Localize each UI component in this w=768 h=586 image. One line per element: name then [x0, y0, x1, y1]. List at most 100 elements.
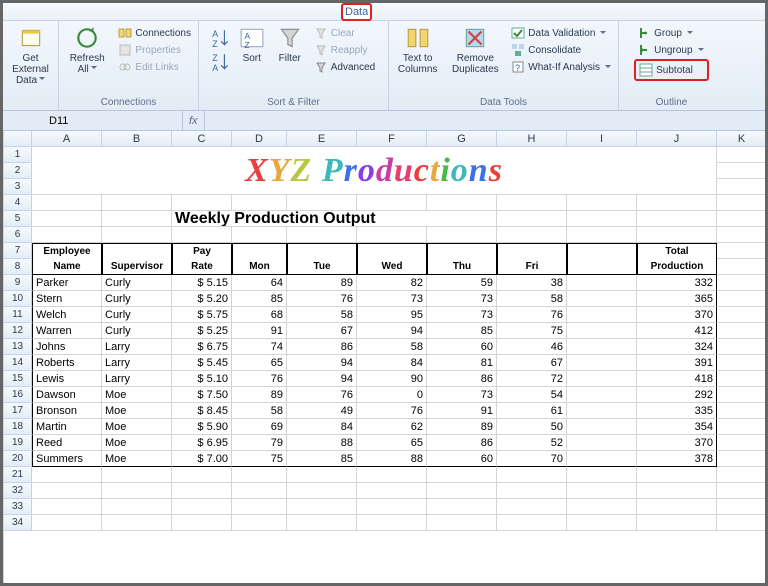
column-header[interactable]: K — [717, 131, 765, 147]
row-header[interactable]: 1 — [4, 147, 32, 163]
cell[interactable] — [717, 147, 765, 163]
consolidate-button[interactable]: Consolidate — [508, 42, 614, 58]
cell[interactable] — [102, 483, 172, 499]
column-header[interactable]: B — [102, 131, 172, 147]
cell[interactable] — [427, 499, 497, 515]
row-header[interactable]: 10 — [4, 291, 32, 307]
name-box[interactable]: D11 — [43, 111, 183, 130]
cell[interactable] — [172, 467, 232, 483]
cell[interactable] — [287, 227, 357, 243]
cell[interactable] — [232, 227, 287, 243]
cell[interactable] — [102, 499, 172, 515]
cell[interactable] — [357, 227, 427, 243]
column-header[interactable]: A — [32, 131, 102, 147]
cell[interactable] — [32, 483, 102, 499]
advanced-button[interactable]: Advanced — [311, 59, 378, 75]
spreadsheet-grid[interactable]: ABCDEFGHIJK1XYZ Productions2345Weekly Pr… — [4, 131, 765, 583]
cell[interactable] — [427, 483, 497, 499]
cell[interactable] — [637, 483, 717, 499]
cell[interactable] — [717, 163, 765, 179]
column-header[interactable]: F — [357, 131, 427, 147]
row-header[interactable]: 13 — [4, 339, 32, 355]
cell[interactable] — [717, 451, 765, 467]
column-header[interactable]: G — [427, 131, 497, 147]
sort-asc-icon[interactable]: AZ — [209, 27, 231, 49]
cell[interactable] — [32, 227, 102, 243]
cell[interactable] — [287, 467, 357, 483]
cell[interactable] — [717, 259, 765, 275]
row-header[interactable]: 16 — [4, 387, 32, 403]
row-header[interactable]: 11 — [4, 307, 32, 323]
cell[interactable] — [232, 467, 287, 483]
cell[interactable] — [232, 515, 287, 531]
group-button[interactable]: Group — [634, 25, 709, 41]
cell[interactable] — [287, 195, 357, 211]
cell[interactable] — [717, 243, 765, 259]
cell[interactable] — [32, 211, 102, 227]
cell[interactable] — [32, 515, 102, 531]
cell[interactable] — [357, 467, 427, 483]
cell[interactable] — [717, 227, 765, 243]
data-validation-button[interactable]: Data Validation — [508, 25, 614, 41]
cell[interactable] — [427, 195, 497, 211]
cell[interactable] — [357, 483, 427, 499]
cell[interactable] — [172, 195, 232, 211]
column-header[interactable]: H — [497, 131, 567, 147]
cell[interactable] — [427, 467, 497, 483]
cell[interactable] — [567, 483, 637, 499]
text-to-columns-button[interactable]: Text to Columns — [393, 23, 442, 77]
cell[interactable] — [497, 211, 567, 227]
cell[interactable] — [102, 195, 172, 211]
cell[interactable] — [497, 499, 567, 515]
row-header[interactable]: 32 — [4, 483, 32, 499]
cell[interactable] — [637, 499, 717, 515]
row-header[interactable]: 15 — [4, 371, 32, 387]
row-header[interactable]: 8 — [4, 259, 32, 275]
row-header[interactable]: 5 — [4, 211, 32, 227]
row-header[interactable]: 12 — [4, 323, 32, 339]
row-header[interactable]: 14 — [4, 355, 32, 371]
connections-button[interactable]: Connections — [115, 25, 194, 41]
cell[interactable] — [32, 499, 102, 515]
cell[interactable] — [637, 227, 717, 243]
cell[interactable] — [102, 467, 172, 483]
cell[interactable] — [32, 195, 102, 211]
cell[interactable] — [497, 195, 567, 211]
row-header[interactable]: 17 — [4, 403, 32, 419]
whatif-button[interactable]: ? What-If Analysis — [508, 59, 614, 75]
cell[interactable] — [427, 515, 497, 531]
cell[interactable] — [567, 515, 637, 531]
cell[interactable] — [567, 499, 637, 515]
row-header[interactable]: 4 — [4, 195, 32, 211]
cell[interactable] — [717, 419, 765, 435]
cell[interactable] — [172, 483, 232, 499]
fx-icon[interactable]: fx — [183, 111, 205, 130]
cell[interactable] — [232, 483, 287, 499]
cell[interactable] — [102, 211, 172, 227]
row-header[interactable]: 6 — [4, 227, 32, 243]
cell[interactable] — [717, 483, 765, 499]
cell[interactable] — [287, 515, 357, 531]
cell[interactable] — [172, 227, 232, 243]
cell[interactable] — [497, 515, 567, 531]
cell[interactable] — [357, 195, 427, 211]
cell[interactable] — [287, 499, 357, 515]
cell[interactable] — [102, 515, 172, 531]
cell[interactable] — [172, 515, 232, 531]
cell[interactable] — [717, 371, 765, 387]
row-header[interactable]: 9 — [4, 275, 32, 291]
column-header[interactable]: J — [637, 131, 717, 147]
formula-input[interactable] — [205, 111, 765, 130]
cell[interactable] — [497, 227, 567, 243]
column-header[interactable]: E — [287, 131, 357, 147]
cell[interactable] — [717, 499, 765, 515]
cell[interactable] — [567, 211, 637, 227]
select-all-corner[interactable] — [4, 131, 32, 147]
cell[interactable] — [232, 499, 287, 515]
cell[interactable] — [717, 179, 765, 195]
cell[interactable] — [717, 307, 765, 323]
cell[interactable] — [717, 515, 765, 531]
cell[interactable] — [567, 467, 637, 483]
cell[interactable] — [32, 467, 102, 483]
row-header[interactable]: 18 — [4, 419, 32, 435]
